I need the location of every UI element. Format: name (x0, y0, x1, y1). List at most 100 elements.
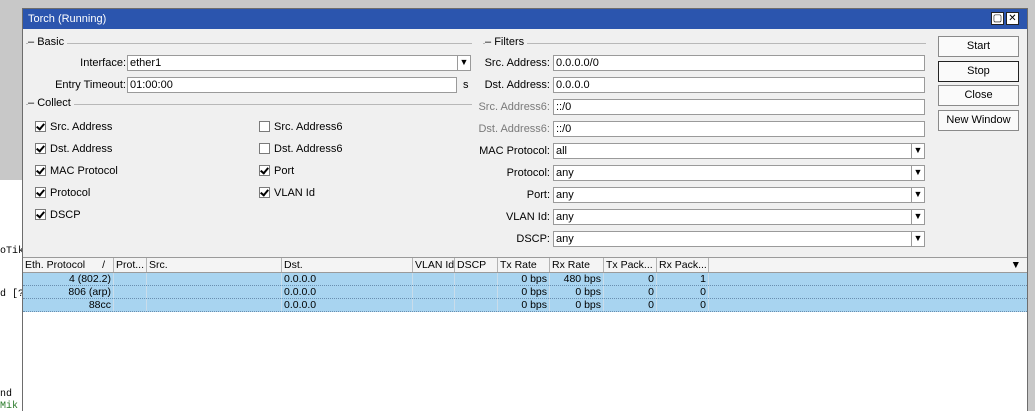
checkbox-checked-icon[interactable] (259, 165, 270, 176)
table-cell (114, 286, 147, 298)
interface-select[interactable]: ether1 ▼ (127, 55, 471, 71)
table-cell: 4 (802.2) (23, 273, 114, 285)
filter-select[interactable]: all ▼ (553, 143, 925, 159)
maximize-icon[interactable]: ▢ (991, 12, 1004, 25)
filter-label: Src. Address: (484, 57, 550, 69)
checkbox-checked-icon[interactable] (35, 121, 46, 132)
background-edge (1028, 0, 1035, 411)
terminal-line: oTik (0, 246, 22, 257)
close-icon[interactable]: ✕ (1006, 12, 1019, 25)
entry-timeout-input[interactable]: 01:00:00 (127, 77, 457, 93)
table-cell (455, 299, 498, 311)
collect-checkbox[interactable]: VLAN Id (259, 187, 315, 199)
dropdown-arrow-icon[interactable]: ▼ (911, 210, 924, 224)
table-header: Eth. Protocol / Prot... Src. Dst. VLAN Id DSCP… (23, 257, 1027, 273)
checkbox-label: Src. Address6 (274, 121, 343, 133)
table-cell: 806 (arp) (23, 286, 114, 298)
filter-label: Src. Address6: (478, 101, 550, 113)
table-cell: 1 (657, 273, 709, 285)
collect-checkbox[interactable]: Port (259, 165, 294, 177)
checkbox-checked-icon[interactable] (35, 165, 46, 176)
column-header[interactable]: Tx Rate (498, 258, 550, 272)
column-header[interactable]: Dst. (282, 258, 413, 272)
close-button[interactable]: Close (938, 85, 1019, 106)
checkbox-unchecked-icon[interactable] (259, 143, 270, 154)
window-title: Torch (Running) (28, 13, 107, 25)
column-header[interactable]: Prot... (114, 258, 147, 272)
background-terminal: oTik d [? nd Mik (0, 180, 22, 411)
table-cell: 0 bps (498, 273, 550, 285)
filter-label: MAC Protocol: (479, 145, 550, 157)
column-menu[interactable]: ▼ (709, 258, 1027, 272)
title-bar[interactable]: Torch (Running) ▢ ✕ (23, 9, 1027, 29)
column-header[interactable]: DSCP (455, 258, 498, 272)
collect-checkbox[interactable]: Dst. Address (35, 143, 112, 155)
table-cell: 0.0.0.0 (282, 286, 413, 298)
checkbox-checked-icon[interactable] (35, 187, 46, 198)
checkbox-label: Dst. Address6 (274, 143, 343, 155)
column-header[interactable]: Tx Pack... (604, 258, 657, 272)
filter-input[interactable]: ::/0 (553, 99, 925, 115)
terminal-line: Mik (0, 401, 19, 411)
checkbox-checked-icon[interactable] (35, 209, 46, 220)
filter-select[interactable]: any ▼ (553, 187, 925, 203)
table-cell: 0 bps (498, 286, 550, 298)
dropdown-arrow-icon[interactable]: ▼ (911, 232, 924, 246)
table-cell: 0 bps (550, 299, 604, 311)
filter-select[interactable]: any ▼ (553, 165, 925, 181)
collect-group-header: – Collect (28, 97, 74, 109)
dropdown-arrow-icon[interactable]: ▼ (911, 166, 924, 180)
stop-button[interactable]: Stop (938, 61, 1019, 82)
dropdown-arrow-icon[interactable]: ▼ (911, 144, 924, 158)
table-cell: 480 bps (550, 273, 604, 285)
checkbox-label: DSCP (50, 209, 81, 221)
column-header[interactable]: VLAN Id (413, 258, 455, 272)
collect-checkbox[interactable]: Src. Address (35, 121, 112, 133)
table-row[interactable]: 806 (arp) 0.0.0.0 0 bps 0 bps 0 0 (23, 286, 1027, 299)
filter-input[interactable]: 0.0.0.0 (553, 77, 925, 93)
table-cell (114, 273, 147, 285)
table-cell: 0 bps (550, 286, 604, 298)
table-cell: 88cc (23, 299, 114, 311)
table-row[interactable]: 88cc 0.0.0.0 0 bps 0 bps 0 0 (23, 299, 1027, 312)
table-cell (413, 299, 455, 311)
collect-checkbox[interactable]: Dst. Address6 (259, 143, 342, 155)
collect-checkbox[interactable]: MAC Protocol (35, 165, 118, 177)
filter-input[interactable]: ::/0 (553, 121, 925, 137)
checkbox-unchecked-icon[interactable] (259, 121, 270, 132)
checkbox-label: VLAN Id (274, 187, 315, 199)
filter-select[interactable]: any ▼ (553, 209, 925, 225)
torch-results-table: Eth. Protocol / Prot... Src. Dst. VLAN Id DSCP… (23, 257, 1027, 411)
filter-label: DSCP: (516, 233, 550, 245)
column-header[interactable]: Rx Pack... (657, 258, 709, 272)
table-cell: 0 (604, 286, 657, 298)
filter-input[interactable]: 0.0.0.0/0 (553, 55, 925, 71)
table-cell (455, 286, 498, 298)
filter-select[interactable]: any ▼ (553, 231, 925, 247)
dropdown-arrow-icon[interactable]: ▼ (911, 188, 924, 202)
table-cell (147, 273, 282, 285)
new-window-button[interactable]: New Window (938, 110, 1019, 131)
column-header[interactable]: Rx Rate (550, 258, 604, 272)
table-row[interactable]: 4 (802.2) 0.0.0.0 0 bps 480 bps 0 1 (23, 273, 1027, 286)
filter-label: VLAN Id: (505, 211, 550, 223)
checkbox-checked-icon[interactable] (259, 187, 270, 198)
filters-group-header: – Filters (485, 36, 528, 48)
start-button[interactable]: Start (938, 36, 1019, 57)
collect-checkbox[interactable]: DSCP (35, 209, 81, 221)
entry-timeout-label: Entry Timeout: (55, 79, 126, 91)
chevron-down-icon[interactable]: ▼ (1011, 258, 1021, 272)
table-cell: 0 bps (498, 299, 550, 311)
column-header[interactable]: Eth. Protocol / (23, 258, 114, 272)
table-cell (147, 286, 282, 298)
checkbox-label: Src. Address (50, 121, 113, 133)
checkbox-checked-icon[interactable] (35, 143, 46, 154)
checkbox-label: MAC Protocol (50, 165, 118, 177)
table-cell: 0 (604, 273, 657, 285)
filters-group-line (483, 43, 926, 44)
collect-checkbox[interactable]: Protocol (35, 187, 90, 199)
table-cell: 0 (657, 286, 709, 298)
checkbox-label: Dst. Address (50, 143, 113, 155)
collect-checkbox[interactable]: Src. Address6 (259, 121, 342, 133)
column-header[interactable]: Src. (147, 258, 282, 272)
